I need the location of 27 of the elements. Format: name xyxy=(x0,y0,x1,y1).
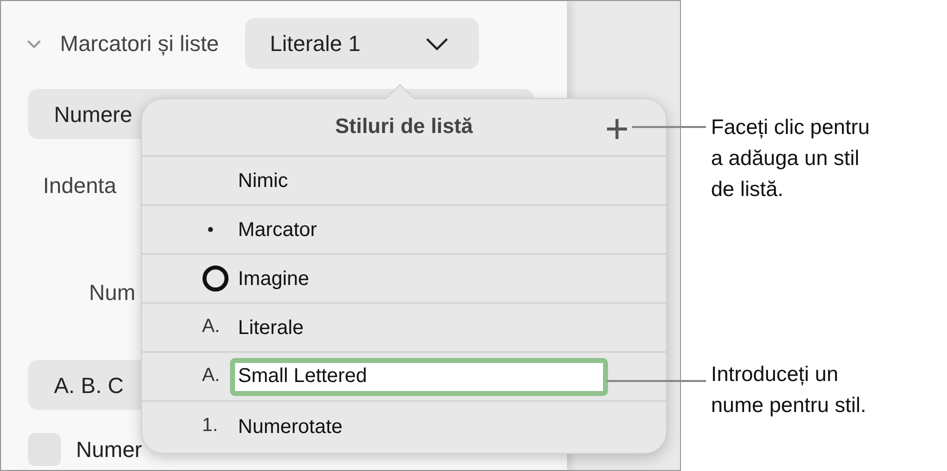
checkbox-label: Numer xyxy=(76,436,142,464)
list-marker: A. xyxy=(202,315,221,340)
add-icon[interactable] xyxy=(606,118,628,140)
list-marker: A. xyxy=(202,364,221,388)
style-name: Numerotate xyxy=(238,414,342,440)
style-dropdown[interactable]: Literale 1 xyxy=(244,18,479,69)
style-name-field[interactable]: Small Lettered xyxy=(230,358,608,396)
list-style-row[interactable]: Imagine xyxy=(142,255,666,304)
list-style-row[interactable]: A. Small Lettered xyxy=(142,353,666,402)
list-style-row[interactable]: Nimic xyxy=(142,157,666,206)
callout-text: Introduceți un nume pentru stil. xyxy=(711,362,868,419)
bullet-icon xyxy=(208,227,213,232)
field-label: Indenta xyxy=(43,172,116,200)
callout-text: Faceți clic pentru a adăuga un stil de listă. xyxy=(711,115,870,203)
chevron-down-icon xyxy=(424,36,449,50)
list-style-row[interactable]: Marcator xyxy=(142,206,666,255)
list-style-row[interactable]: A. Literale xyxy=(142,304,666,353)
list-marker: 1. xyxy=(202,414,219,438)
style-name: Nimic xyxy=(238,168,288,194)
field-label: Num xyxy=(89,279,136,307)
section-title: Marcatori și liste xyxy=(60,30,219,58)
ring-icon xyxy=(202,265,229,292)
style-name: Imagine xyxy=(238,266,310,292)
popover-title: Stiluri de listă xyxy=(335,114,473,140)
style-name: Literale xyxy=(238,316,304,340)
style-name: Marcator xyxy=(238,218,317,242)
list-style-row[interactable]: 1. Numerotate xyxy=(142,402,666,451)
